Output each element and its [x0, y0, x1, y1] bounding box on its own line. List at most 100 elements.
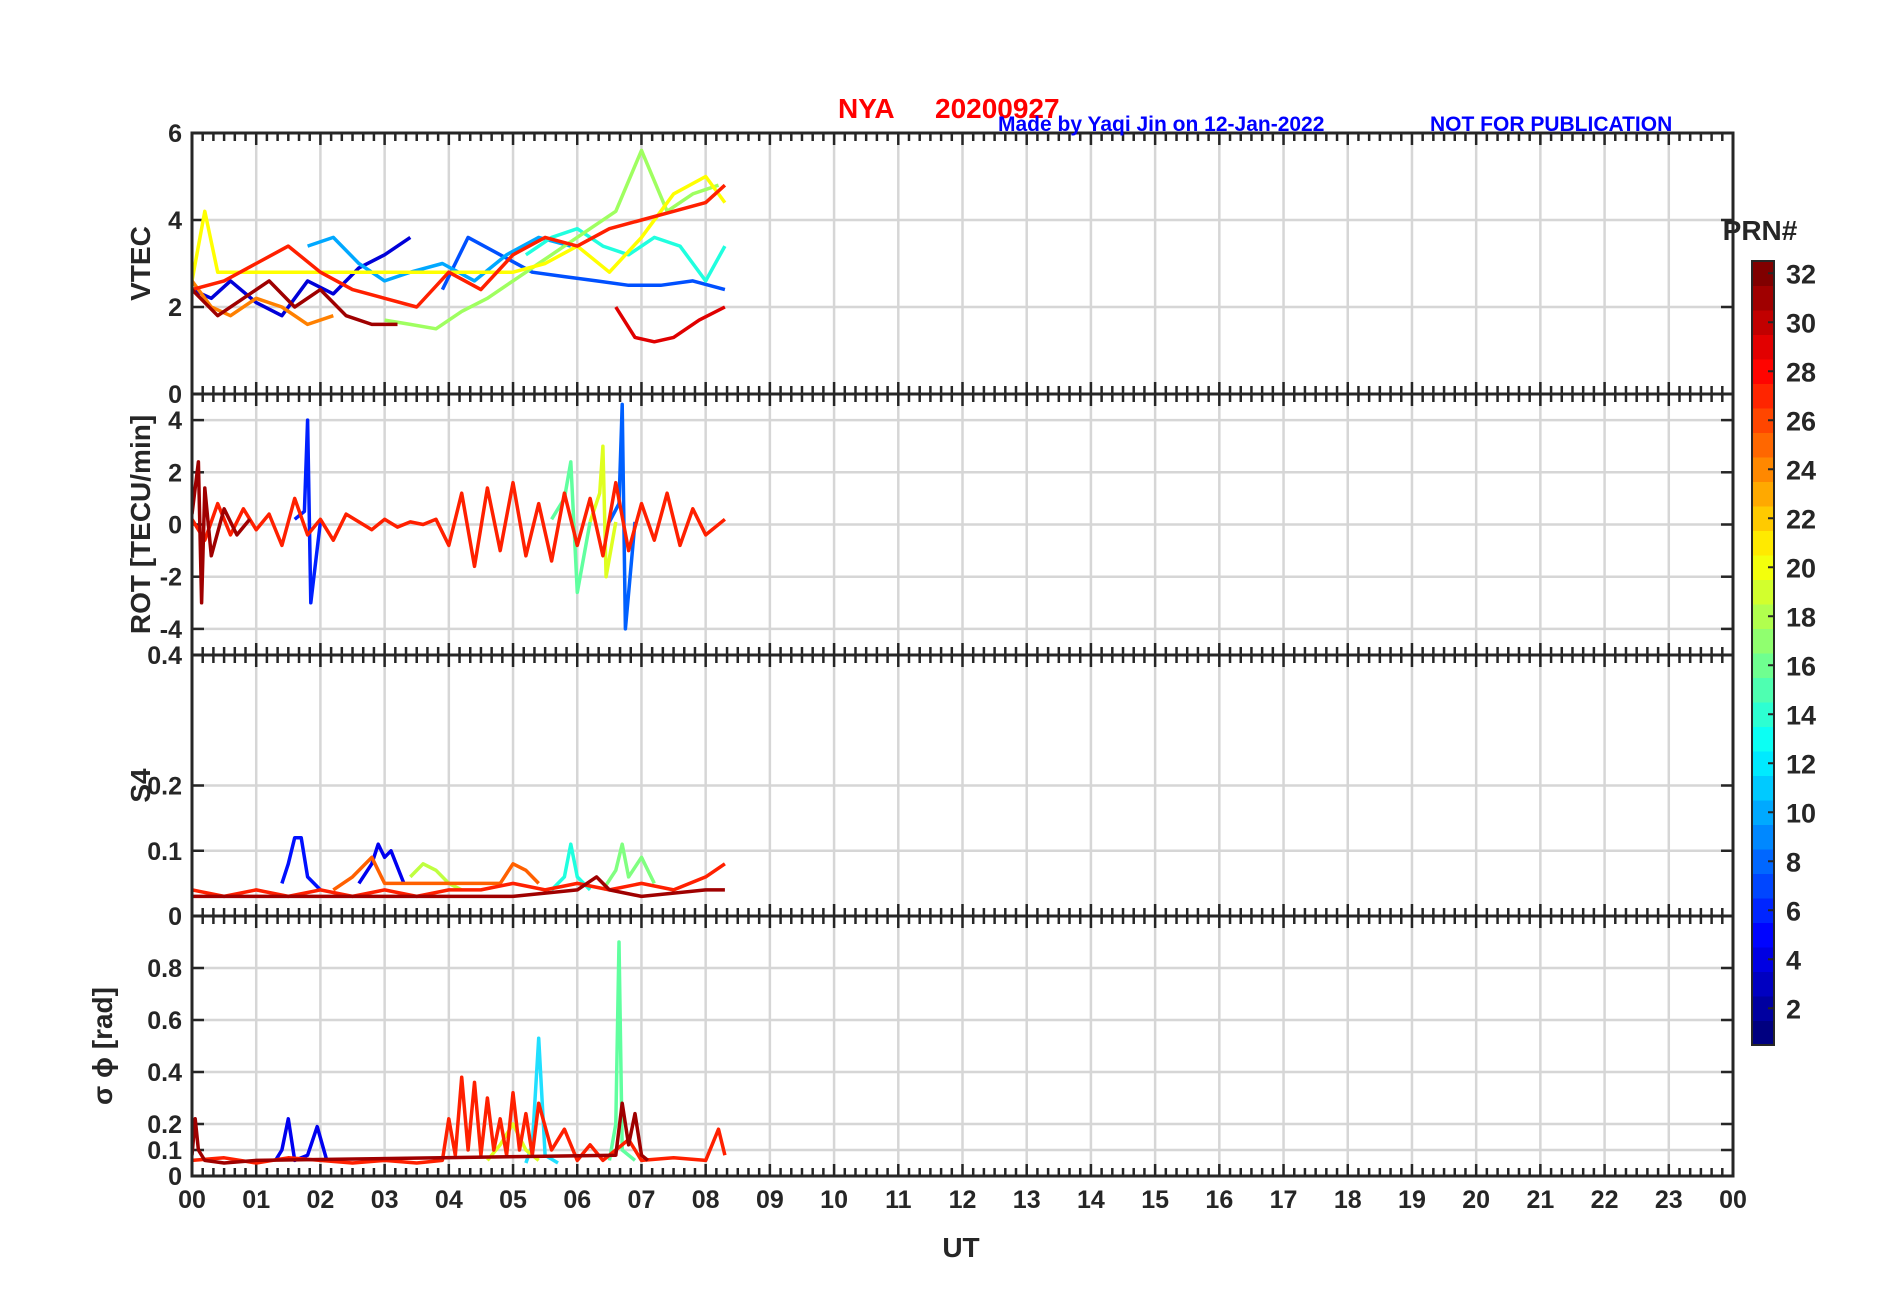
panel-3: 00.10.20.4S4 — [125, 642, 1735, 931]
series-line-prn-24 — [192, 279, 334, 327]
colorbar-tick-label: 2 — [1786, 994, 1801, 1024]
colorbar-swatch — [1752, 775, 1774, 801]
colorbar-swatch — [1752, 530, 1774, 556]
y-tick-label: 0.6 — [147, 1007, 182, 1035]
colorbar-swatch — [1752, 383, 1774, 409]
colorbar-tick-label: 22 — [1786, 504, 1816, 534]
series-group — [192, 940, 727, 1165]
series-line-prn-27 — [192, 183, 727, 309]
panel-2: -4 -2 0 2 4 ROT [TECU/min] — [125, 392, 1735, 657]
series-line-prn-29 — [614, 305, 726, 344]
panel-1: 0 2 4 6 VTEC — [125, 120, 1735, 409]
y-tick-label: 0.2 — [147, 1111, 182, 1139]
y-tick-label: 0 — [168, 381, 182, 409]
y-tick-label: 4 — [168, 207, 182, 235]
colorbar-tick-label: 16 — [1786, 651, 1816, 681]
colorbar-swatch — [1752, 971, 1774, 997]
colorbar-swatch — [1752, 1020, 1774, 1046]
x-tick-label: 18 — [1334, 1186, 1362, 1214]
colorbar-tick-label: 20 — [1786, 553, 1816, 583]
y-axis-label: VTEC — [125, 226, 156, 301]
x-tick-label: 10 — [820, 1186, 848, 1214]
x-tick-label: 11 — [885, 1186, 912, 1214]
series-group — [192, 148, 727, 344]
series-line-prn-27 — [192, 862, 726, 899]
series-line-prn-18 — [409, 862, 463, 892]
series-line-prn-31 — [192, 1101, 650, 1165]
y-tick-label: 2 — [168, 294, 182, 322]
colorbar-tick-label: 28 — [1786, 357, 1816, 387]
x-tick-label: 20 — [1462, 1186, 1490, 1214]
colorbar-tick-label: 14 — [1786, 700, 1816, 730]
series-line-prn-6 — [440, 235, 726, 292]
publication-notice: NOT FOR PUBLICATION — [1430, 113, 1672, 136]
x-tick-label: 12 — [949, 1186, 977, 1214]
colorbar-swatch — [1752, 432, 1774, 458]
colorbar-tick-label: 4 — [1786, 945, 1801, 975]
colorbar-swatch — [1752, 334, 1774, 360]
colorbar-swatch — [1752, 677, 1774, 703]
x-tick-label: 14 — [1077, 1186, 1105, 1214]
x-axis-label: UT — [942, 1232, 979, 1263]
series-group — [192, 835, 726, 899]
x-tick-label: 13 — [1013, 1186, 1041, 1214]
colorbar-tick-label: 8 — [1786, 847, 1801, 877]
credit-note: Made by Yaqi Jin on 12-Jan-2022 — [998, 113, 1324, 136]
y-axis-label: S4 — [125, 768, 156, 803]
colorbar-tick-label: 10 — [1786, 798, 1816, 828]
colorbar-swatch — [1752, 285, 1774, 311]
x-tick-label: 07 — [628, 1186, 656, 1214]
y-tick-label: -4 — [160, 616, 182, 644]
x-tick-label: 08 — [692, 1186, 720, 1214]
y-axis-label: σ ϕ [rad] — [87, 987, 118, 1105]
x-tick-label: 01 — [242, 1186, 270, 1214]
y-tick-label: 0.1 — [147, 838, 182, 866]
x-tick-label: 21 — [1526, 1186, 1554, 1214]
colorbar-tick-label: 24 — [1786, 455, 1816, 485]
series-line-prn-20 — [192, 174, 727, 282]
colorbar-tick-label: 18 — [1786, 602, 1816, 632]
x-tick-label: 06 — [563, 1186, 591, 1214]
panel-4: 00.10.20.40.60.8σ ϕ [rad] — [87, 914, 1735, 1191]
colorbar-tick-label: 32 — [1786, 259, 1816, 289]
x-tick-label: 02 — [307, 1186, 335, 1214]
colorbar-tick-label: 6 — [1786, 896, 1801, 926]
x-tick-label: 23 — [1655, 1186, 1683, 1214]
x-tick-label: 17 — [1270, 1186, 1298, 1214]
x-tick-label: 00 — [1719, 1186, 1747, 1214]
x-tick-label: 00 — [178, 1186, 206, 1214]
y-tick-label: 2 — [168, 459, 182, 487]
y-tick-label: 0.1 — [147, 1137, 182, 1165]
y-tick-label: -2 — [160, 564, 182, 592]
x-tick-label: 09 — [756, 1186, 784, 1214]
x-tick-label: 04 — [435, 1186, 463, 1214]
colorbar-tick-label: 12 — [1786, 749, 1816, 779]
colorbar: 2468101214161820222426283032 — [1751, 259, 1816, 1046]
y-tick-label: 0.4 — [147, 1059, 182, 1087]
panels-group: 0246VTEC-4-2024ROT [TECU/min]00.10.20.4S… — [87, 120, 1747, 1214]
colorbar-swatch — [1752, 628, 1774, 654]
colorbar-swatch — [1752, 726, 1774, 752]
x-tick-label: 19 — [1398, 1186, 1426, 1214]
colorbar-swatch — [1752, 922, 1774, 948]
figure-canvas: 0246VTEC-4-2024ROT [TECU/min]00.10.20.4S… — [87, 93, 1816, 1263]
colorbar-tick-label: 30 — [1786, 308, 1816, 338]
x-tick-label: 15 — [1141, 1186, 1169, 1214]
x-tick-label: 05 — [499, 1186, 527, 1214]
series-line-prn-31 — [192, 460, 252, 605]
colorbar-swatch — [1752, 873, 1774, 899]
colorbar-tick-label: 26 — [1786, 406, 1816, 436]
colorbar-title: PRN# — [1723, 215, 1798, 246]
y-tick-label: 0 — [168, 512, 182, 540]
station-title: NYA — [838, 93, 895, 124]
colorbar-swatch — [1752, 579, 1774, 605]
y-tick-label: 6 — [168, 120, 182, 148]
x-tick-label: 03 — [371, 1186, 399, 1214]
y-tick-label: 0 — [168, 903, 182, 931]
y-tick-label: 4 — [168, 407, 182, 435]
series-group — [192, 402, 727, 631]
colorbar-swatch — [1752, 824, 1774, 850]
y-tick-label: 0.8 — [147, 955, 182, 983]
x-tick-label: 16 — [1205, 1186, 1233, 1214]
x-tick-label: 22 — [1591, 1186, 1619, 1214]
